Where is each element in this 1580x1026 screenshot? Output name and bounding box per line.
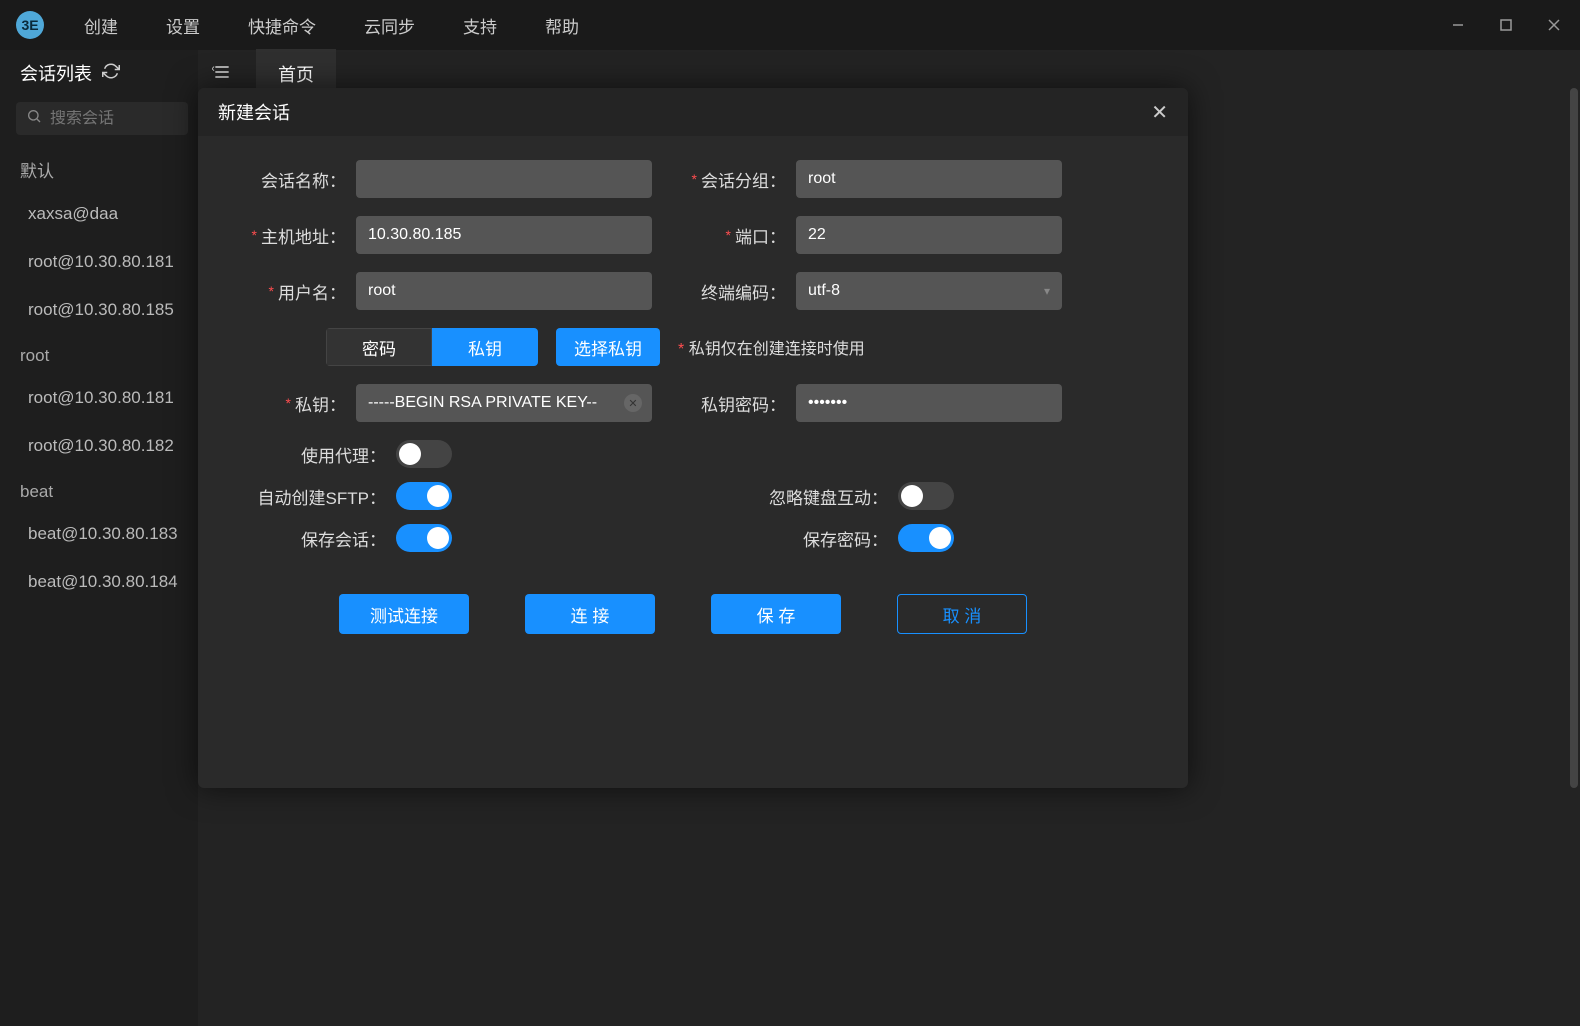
label-host: *主机地址：	[228, 223, 356, 248]
label-session-name: 会话名称：	[228, 167, 356, 192]
dialog-close-icon[interactable]: ✕	[1151, 100, 1168, 125]
group-label[interactable]: 默认	[0, 145, 198, 190]
sidebar-title: 会话列表	[20, 60, 92, 86]
auth-password-tab[interactable]: 密码	[326, 328, 432, 366]
refresh-icon[interactable]	[102, 62, 120, 85]
menu-settings[interactable]: 设置	[166, 13, 200, 38]
test-connection-button[interactable]: 测试连接	[339, 594, 469, 634]
auth-type-segment: 密码 私钥	[326, 328, 538, 366]
label-use-proxy: 使用代理：	[228, 442, 396, 467]
auto-sftp-toggle[interactable]	[396, 482, 452, 510]
search-box[interactable]	[16, 102, 188, 135]
label-auto-sftp: 自动创建SFTP：	[228, 484, 396, 509]
encoding-select[interactable]: utf-8 ▾	[796, 272, 1062, 310]
titlebar: 3E 创建 设置 快捷命令 云同步 支持 帮助	[0, 0, 1580, 50]
app-logo: 3E	[16, 11, 44, 39]
search-input[interactable]	[50, 110, 178, 128]
save-button[interactable]: 保 存	[711, 594, 841, 634]
chevron-down-icon: ▾	[1044, 284, 1050, 298]
session-name-input[interactable]	[356, 160, 652, 198]
session-item[interactable]: root@10.30.80.181	[0, 238, 198, 286]
label-ignore-keyboard: 忽略键盘互动：	[668, 484, 898, 509]
label-username: *用户名：	[228, 279, 356, 304]
window-controls	[1448, 15, 1564, 35]
session-item[interactable]: root@10.30.80.185	[0, 286, 198, 334]
menu-create[interactable]: 创建	[84, 13, 118, 38]
session-item[interactable]: beat@10.30.80.184	[0, 558, 198, 606]
menu-cloud-sync[interactable]: 云同步	[364, 13, 415, 38]
host-input[interactable]	[356, 216, 652, 254]
maximize-icon[interactable]	[1496, 15, 1516, 35]
label-encoding: 终端编码：	[668, 279, 796, 304]
use-proxy-toggle[interactable]	[396, 440, 452, 468]
menu-help[interactable]: 帮助	[545, 13, 579, 38]
label-save-session: 保存会话：	[228, 526, 396, 551]
search-icon	[26, 108, 42, 129]
ignore-keyboard-toggle[interactable]	[898, 482, 954, 510]
connect-button[interactable]: 连 接	[525, 594, 655, 634]
session-item[interactable]: root@10.30.80.181	[0, 374, 198, 422]
save-session-toggle[interactable]	[396, 524, 452, 552]
key-password-input[interactable]	[796, 384, 1062, 422]
save-password-toggle[interactable]	[898, 524, 954, 552]
group-label[interactable]: root	[0, 334, 198, 374]
label-save-password: 保存密码：	[668, 526, 898, 551]
cancel-button[interactable]: 取 消	[897, 594, 1027, 634]
session-item[interactable]: beat@10.30.80.183	[0, 510, 198, 558]
dialog-header: 新建会话 ✕	[198, 88, 1188, 136]
label-session-group: *会话分组：	[668, 167, 796, 192]
label-port: *端口：	[668, 223, 796, 248]
key-hint: * 私钥仅在创建连接时使用	[678, 335, 865, 359]
minimize-icon[interactable]	[1448, 15, 1468, 35]
dialog-scrollbar[interactable]	[1570, 88, 1578, 788]
menu-support[interactable]: 支持	[463, 13, 497, 38]
collapse-sidebar-icon[interactable]	[212, 62, 232, 87]
menu-shortcuts[interactable]: 快捷命令	[248, 13, 316, 38]
new-session-dialog: 新建会话 ✕ 会话名称： *会话分组： *主机地址： *端口：	[198, 88, 1188, 788]
sidebar-header: 会话列表	[0, 50, 198, 96]
group-label[interactable]: beat	[0, 470, 198, 510]
session-item[interactable]: xaxsa@daa	[0, 190, 198, 238]
menubar: 创建 设置 快捷命令 云同步 支持 帮助	[84, 13, 579, 38]
session-item[interactable]: root@10.30.80.182	[0, 422, 198, 470]
dialog-title: 新建会话	[218, 99, 290, 125]
private-key-input[interactable]	[356, 384, 652, 422]
sidebar: 会话列表 默认 xaxsa@daa root@10.30.80.181 root…	[0, 50, 198, 1026]
encoding-value: utf-8	[808, 282, 840, 300]
auth-key-tab[interactable]: 私钥	[432, 328, 538, 366]
close-icon[interactable]	[1544, 15, 1564, 35]
dialog-footer: 测试连接 连 接 保 存 取 消	[228, 566, 1138, 644]
username-input[interactable]	[356, 272, 652, 310]
port-input[interactable]	[796, 216, 1062, 254]
clear-key-icon[interactable]: ✕	[624, 394, 642, 412]
label-key-password: 私钥密码：	[668, 391, 796, 416]
session-group-input[interactable]	[796, 160, 1062, 198]
label-private-key: *私钥：	[228, 391, 356, 416]
select-key-button[interactable]: 选择私钥	[556, 328, 660, 366]
